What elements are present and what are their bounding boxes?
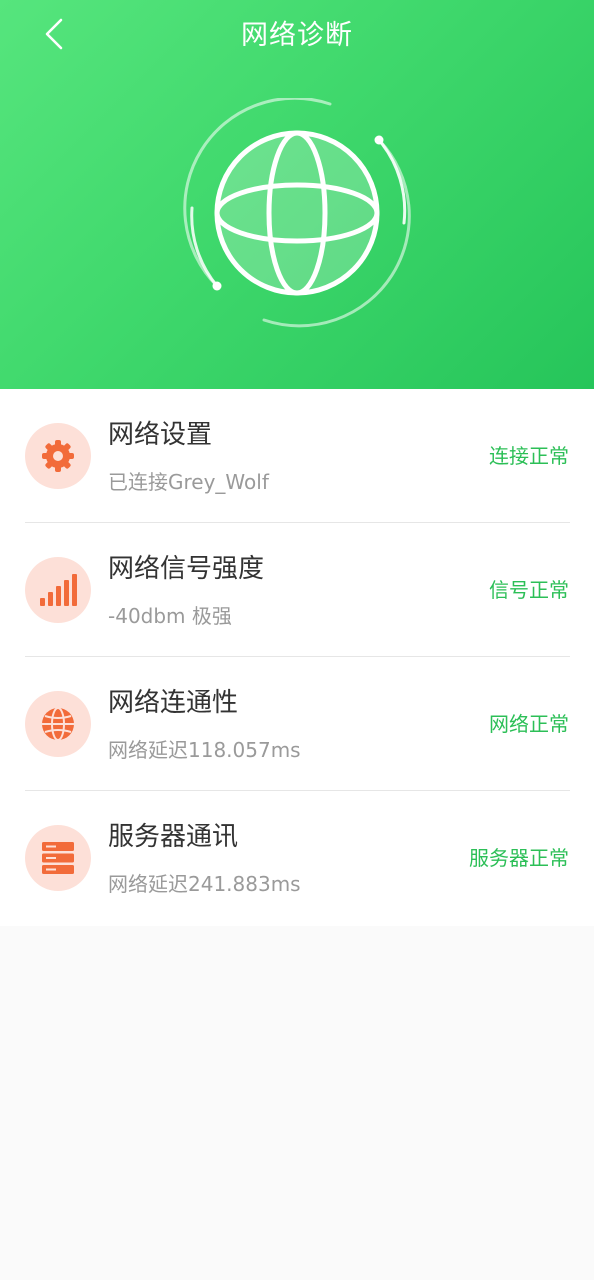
connectivity-icon-badge <box>25 691 91 757</box>
globe-icon <box>183 96 411 328</box>
row-title: 网络设置 <box>108 420 213 450</box>
row-title: 网络连通性 <box>108 688 239 718</box>
diagnostic-row-server[interactable]: 服务器通讯 网络延迟241.883ms 服务器正常 <box>0 791 594 925</box>
diagnostic-row-connectivity[interactable]: 网络连通性 网络延迟118.057ms 网络正常 <box>0 657 594 791</box>
server-icon-badge <box>25 825 91 891</box>
row-subtitle: 已连接Grey_Wolf <box>108 470 269 494</box>
network-settings-icon-badge <box>25 423 91 489</box>
row-subtitle: 网络延迟241.883ms <box>108 872 301 896</box>
status-label: 网络正常 <box>489 712 569 736</box>
status-label: 信号正常 <box>489 578 569 602</box>
globe-icon <box>42 707 74 741</box>
row-title: 服务器通讯 <box>108 822 239 852</box>
row-subtitle: -40dbm 极强 <box>108 604 232 628</box>
diagnostic-row-signal-strength[interactable]: 网络信号强度 -40dbm 极强 信号正常 <box>0 523 594 657</box>
row-subtitle: 网络延迟118.057ms <box>108 738 301 762</box>
header-hero: 网络诊断 <box>0 0 594 389</box>
server-icon <box>42 842 74 874</box>
signal-strength-icon-badge <box>25 557 91 623</box>
gear-icon <box>42 440 74 472</box>
globe-illustration <box>182 96 412 328</box>
row-title: 网络信号强度 <box>108 554 265 584</box>
status-label: 服务器正常 <box>469 846 569 870</box>
status-label: 连接正常 <box>489 444 569 468</box>
diagnostic-row-network-settings[interactable]: 网络设置 已连接Grey_Wolf 连接正常 <box>0 389 594 523</box>
page-title: 网络诊断 <box>241 20 353 51</box>
diagnostics-list: 网络设置 已连接Grey_Wolf 连接正常 网络信号强度 -40dbm 极强 … <box>0 389 594 926</box>
signal-bars-icon <box>40 574 77 606</box>
